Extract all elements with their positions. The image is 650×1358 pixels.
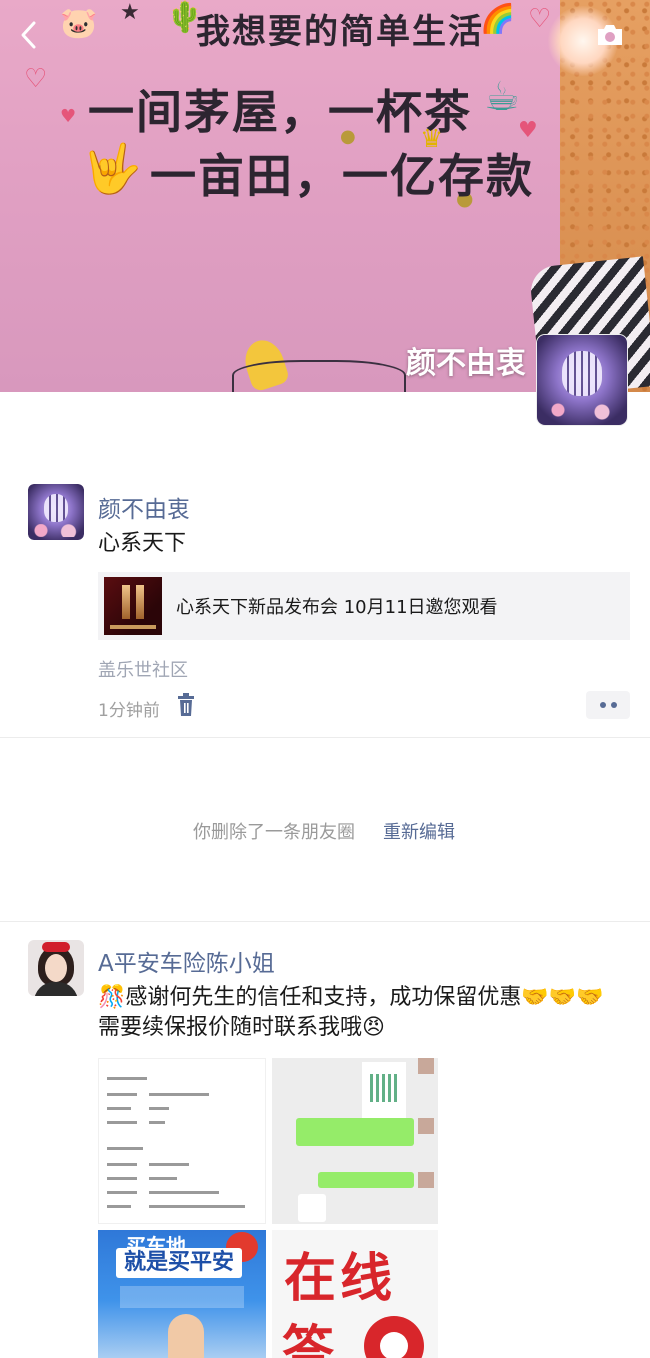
- post-divider: [0, 921, 650, 922]
- shared-link-card[interactable]: 心系天下新品发布会 10月11日邀您观看: [98, 572, 630, 640]
- post-image-chat-screenshot[interactable]: [272, 1058, 438, 1224]
- pig-doodle-icon: 🐷: [60, 6, 98, 41]
- post-image-online-banner[interactable]: 在线 答: [272, 1230, 438, 1358]
- post-nickname[interactable]: 颜不由衷: [98, 490, 190, 524]
- post-text-line-1: 🎊感谢何先生的信任和支持，成功保留优惠🤝🤝🤝: [98, 985, 604, 1010]
- poster-subtext: [120, 1286, 244, 1308]
- post-image-document[interactable]: [98, 1058, 266, 1224]
- more-dots-icon: [599, 702, 606, 708]
- post-text-line-2: 需要续保报价随时联系我哦😠: [98, 1015, 385, 1040]
- owner-avatar[interactable]: [537, 335, 627, 425]
- post-avatar[interactable]: [28, 484, 84, 540]
- link-title: 心系天下新品发布会 10月11日邀您观看: [176, 597, 498, 618]
- camera-button[interactable]: [592, 20, 628, 50]
- basket-decoration: [232, 360, 406, 392]
- heart-doodle-icon: ♡: [528, 4, 552, 34]
- post-time: 1分钟前: [98, 701, 160, 721]
- tiger-avatar-image: [28, 484, 84, 540]
- cover-text-line-2: 一间茅屋，一杯茶: [88, 85, 472, 139]
- back-chevron-icon: [21, 21, 36, 49]
- more-actions-button[interactable]: [586, 691, 630, 719]
- post-divider: [0, 737, 650, 738]
- post-source[interactable]: 盖乐世社区: [98, 656, 188, 682]
- re-edit-link[interactable]: 重新编辑: [383, 818, 455, 844]
- cover-owner-name: 颜不由衷: [406, 346, 526, 381]
- banner-text-bottom: 答: [282, 1321, 335, 1358]
- poster-figure: [168, 1314, 204, 1358]
- heart-doodle-icon: ♥: [60, 106, 77, 127]
- banner-text-top: 在线: [284, 1249, 397, 1309]
- hand-doodle-icon: 🤟: [82, 141, 142, 197]
- tiger-avatar-image: [537, 335, 627, 425]
- back-button[interactable]: [12, 18, 44, 52]
- more-dots-icon: [610, 702, 617, 708]
- delete-button[interactable]: [176, 693, 196, 717]
- deleted-post-notice: 你删除了一条朋友圈: [193, 822, 355, 843]
- star-doodle-icon: ★: [120, 0, 140, 25]
- girl-avatar-image: [28, 940, 84, 996]
- post-nickname[interactable]: A平安车险陈小姐: [98, 944, 275, 978]
- post-text: 心系天下: [98, 531, 187, 556]
- teacup-doodle-icon: ☕: [484, 74, 520, 120]
- trash-icon: [178, 693, 194, 716]
- post-avatar[interactable]: [28, 940, 84, 996]
- cover-photo[interactable]: 🐷 🌵 ♡ ♥ ★ 🌈 ♡ ☕ 🤟 ♛ ● ● ♥ 我想要的简单生活 一间茅屋，…: [0, 0, 650, 392]
- post-image-poster[interactable]: 买车地 就是买平安: [98, 1230, 266, 1358]
- poster-main-text: 就是买平安: [116, 1248, 242, 1278]
- rainbow-doodle-icon: 🌈: [480, 2, 515, 35]
- heart-doodle-icon: ♡: [24, 64, 48, 94]
- cover-text-line-3: 一亩田，一亿存款: [150, 149, 534, 203]
- banner-circle-graphic: [364, 1316, 424, 1358]
- camera-icon: [598, 25, 622, 45]
- link-thumbnail: [104, 577, 162, 635]
- cover-text-line-1: 我想要的简单生活: [196, 12, 484, 52]
